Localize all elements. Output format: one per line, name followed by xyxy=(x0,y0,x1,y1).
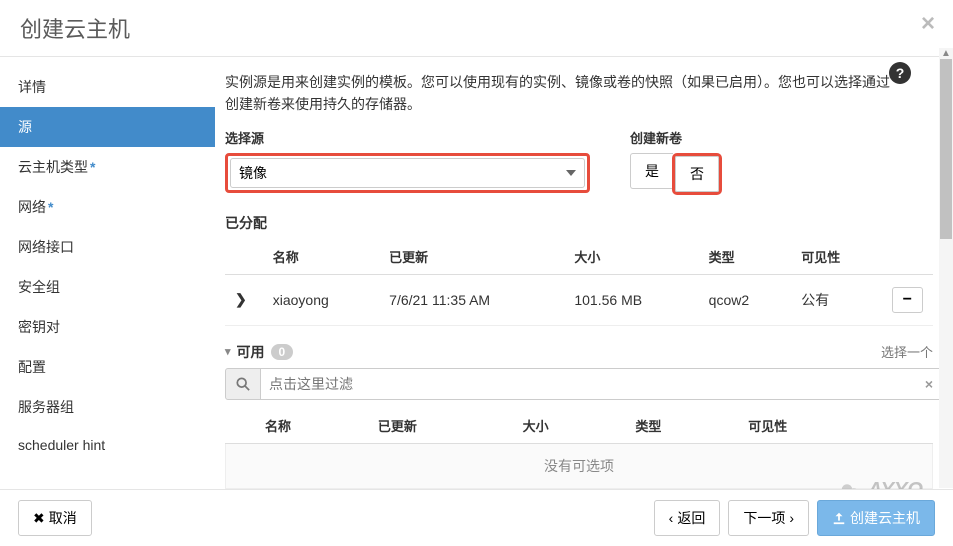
modal-header: 创建云主机 xyxy=(0,0,953,57)
create-instance-modal: × 创建云主机 详情 源 云主机类型* 网络* 网络接口 安全组 密钥对 配置 … xyxy=(0,0,953,546)
sidebar-item-server-group[interactable]: 服务器组 xyxy=(0,387,215,427)
expand-icon[interactable]: ❯ xyxy=(235,291,253,307)
sidebar-item-security-groups[interactable]: 安全组 xyxy=(0,267,215,307)
col-size: 大小 xyxy=(564,239,698,275)
scroll-up-icon[interactable]: ▲ xyxy=(939,48,953,59)
chevron-left-icon: ‹ xyxy=(669,510,674,526)
form-row: 选择源 镜像 创建新卷 是 否 xyxy=(225,128,933,195)
modal-footer: ✖取消 ‹返回 下一项› 创建云主机 xyxy=(0,489,953,546)
chevron-right-icon: › xyxy=(789,510,794,526)
empty-message: 没有可选项 xyxy=(225,444,933,489)
scrollbar[interactable]: ▲ xyxy=(939,48,953,488)
clear-filter-icon[interactable]: × xyxy=(925,376,933,392)
col-visibility: 可见性 xyxy=(791,239,881,275)
sidebar-item-flavor[interactable]: 云主机类型* xyxy=(0,147,215,187)
col-name: 名称 xyxy=(255,408,368,444)
search-button[interactable] xyxy=(225,368,261,400)
sidebar-item-details[interactable]: 详情 xyxy=(0,67,215,107)
cell-size: 101.56 MB xyxy=(564,274,698,325)
col-type: 类型 xyxy=(699,239,792,275)
search-icon xyxy=(236,377,250,391)
col-size: 大小 xyxy=(513,408,626,444)
modal-body: 详情 源 云主机类型* 网络* 网络接口 安全组 密钥对 配置 服务器组 sch… xyxy=(0,57,953,495)
available-table: 名称 已更新 大小 类型 可见性 xyxy=(225,408,933,444)
col-visibility: 可见性 xyxy=(738,408,883,444)
select-source-group: 选择源 镜像 xyxy=(225,128,590,195)
select-source-dropdown[interactable]: 镜像 xyxy=(230,158,585,188)
allocated-title: 已分配 xyxy=(225,213,933,233)
allocated-table: 名称 已更新 大小 类型 可见性 ❯ xiaoyong 7/6/21 11:35… xyxy=(225,239,933,326)
create-volume-group: 创建新卷 是 否 xyxy=(630,128,722,195)
description-text: 实例源是用来创建实例的模板。您可以使用现有的实例、镜像或卷的快照（如果已启用）。… xyxy=(225,71,933,116)
launch-button[interactable]: 创建云主机 xyxy=(817,500,935,536)
sidebar-item-config[interactable]: 配置 xyxy=(0,347,215,387)
back-button[interactable]: ‹返回 xyxy=(654,500,721,536)
chevron-down-icon[interactable]: ▾ xyxy=(225,345,231,358)
create-volume-label: 创建新卷 xyxy=(630,128,722,147)
scroll-thumb[interactable] xyxy=(940,59,952,239)
filter-row: × xyxy=(225,368,933,400)
cell-updated: 7/6/21 11:35 AM xyxy=(379,274,564,325)
col-updated: 已更新 xyxy=(379,239,564,275)
sidebar-item-source[interactable]: 源 xyxy=(0,107,215,147)
volume-no-button[interactable]: 否 xyxy=(675,156,719,192)
cell-type: qcow2 xyxy=(699,274,792,325)
col-updated: 已更新 xyxy=(368,408,513,444)
available-title: 可用 xyxy=(237,342,265,362)
volume-no-highlight: 否 xyxy=(672,153,722,195)
select-source-highlight: 镜像 xyxy=(225,153,590,193)
available-header: ▾ 可用 0 选择一个 xyxy=(225,342,933,362)
cell-name: xiaoyong xyxy=(263,274,379,325)
upload-icon xyxy=(832,511,846,525)
required-asterisk: * xyxy=(48,199,53,215)
cell-visibility: 公有 xyxy=(791,274,881,325)
available-count-badge: 0 xyxy=(271,344,294,360)
select-source-label: 选择源 xyxy=(225,128,590,147)
col-type: 类型 xyxy=(625,408,738,444)
modal-title: 创建云主机 xyxy=(20,12,933,44)
sidebar-item-network[interactable]: 网络* xyxy=(0,187,215,227)
col-name: 名称 xyxy=(263,239,379,275)
sidebar-item-keypair[interactable]: 密钥对 xyxy=(0,307,215,347)
remove-button[interactable]: − xyxy=(892,287,923,313)
table-row: ❯ xiaoyong 7/6/21 11:35 AM 101.56 MB qco… xyxy=(225,274,933,325)
sidebar-item-ports[interactable]: 网络接口 xyxy=(0,227,215,267)
volume-yes-button[interactable]: 是 xyxy=(630,153,673,189)
x-icon: ✖ xyxy=(33,510,45,527)
sidebar-item-scheduler-hint[interactable]: scheduler hint xyxy=(0,427,215,463)
help-icon[interactable]: ? xyxy=(889,62,911,84)
select-one-hint: 选择一个 xyxy=(881,342,933,361)
filter-input[interactable] xyxy=(261,368,949,400)
close-icon[interactable]: × xyxy=(921,10,935,38)
wizard-sidebar: 详情 源 云主机类型* 网络* 网络接口 安全组 密钥对 配置 服务器组 sch… xyxy=(0,57,215,495)
main-panel: 实例源是用来创建实例的模板。您可以使用现有的实例、镜像或卷的快照（如果已启用）。… xyxy=(215,57,953,495)
cancel-button[interactable]: ✖取消 xyxy=(18,500,92,536)
next-button[interactable]: 下一项› xyxy=(728,500,809,536)
required-asterisk: * xyxy=(90,159,95,175)
